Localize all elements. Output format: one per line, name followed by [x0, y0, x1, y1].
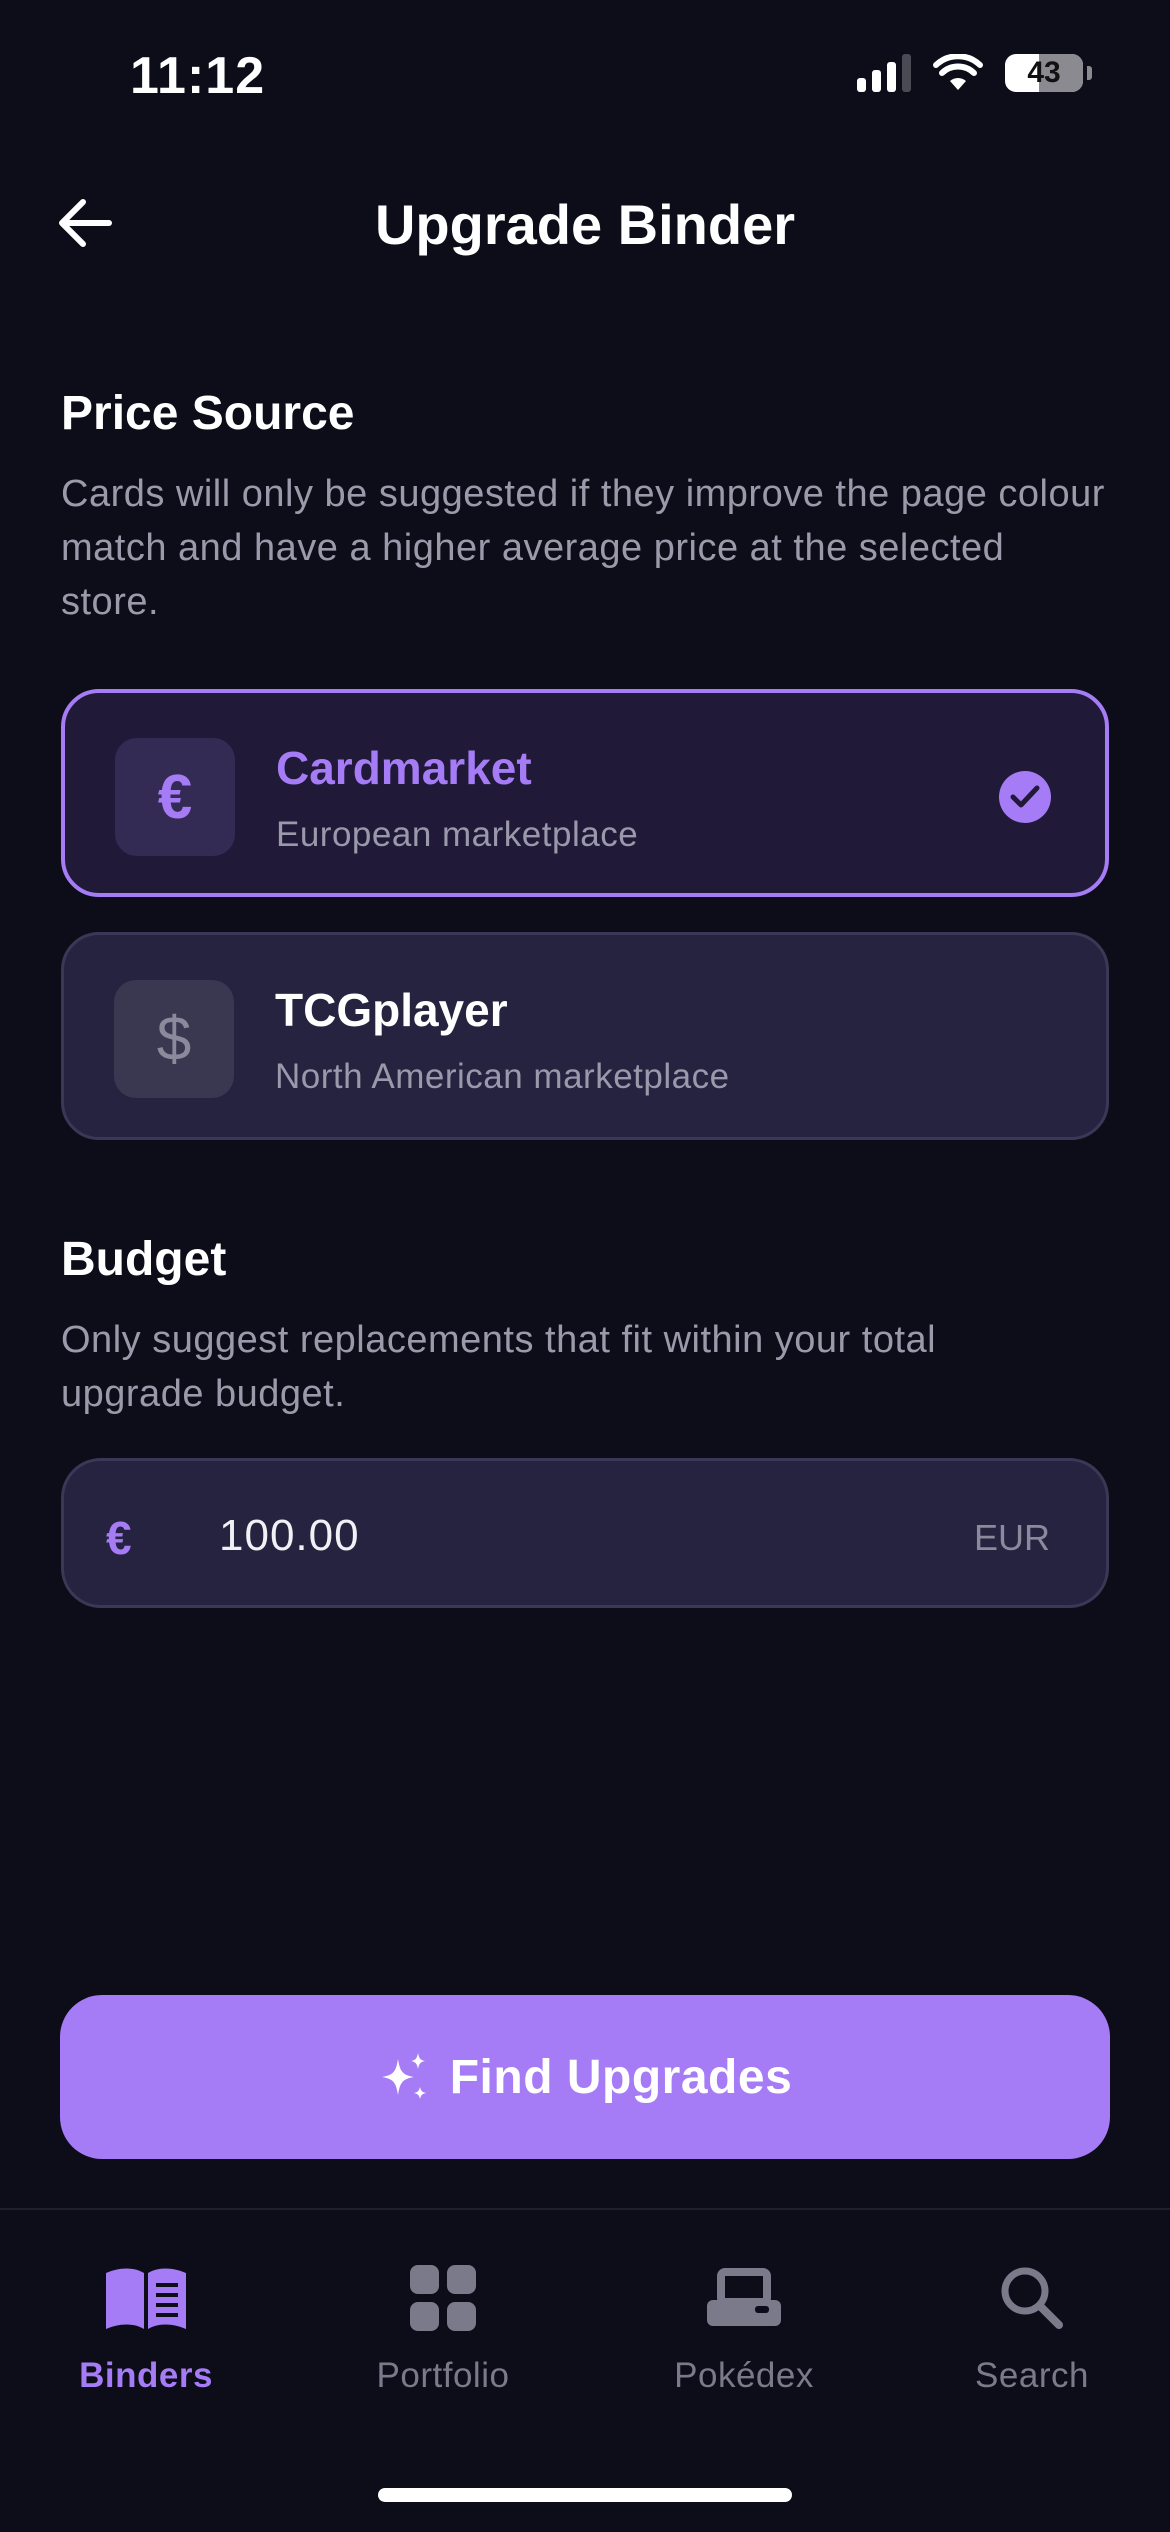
dollar-icon: $ — [114, 980, 234, 1098]
tab-portfolio[interactable]: Portfolio — [313, 2258, 573, 2396]
budget-field[interactable]: € 100.00 EUR — [61, 1458, 1109, 1608]
price-source-description: Cards will only be suggested if they imp… — [61, 473, 1105, 623]
tab-label: Binders — [79, 2356, 213, 2395]
wifi-icon — [933, 54, 983, 90]
tab-pokedex[interactable]: Pokédex — [614, 2258, 874, 2396]
option-name: Cardmarket — [276, 742, 532, 794]
battery-icon: 43 — [1005, 54, 1083, 92]
status-time: 11:12 — [130, 47, 266, 105]
euro-symbol: € — [106, 1512, 132, 1564]
grid-icon — [398, 2258, 488, 2338]
currency-code: EUR — [973, 1517, 1050, 1558]
home-indicator — [378, 2488, 792, 2502]
find-upgrades-button[interactable]: Find Upgrades — [60, 1995, 1110, 2159]
book-icon — [101, 2258, 191, 2338]
battery-level: 43 — [1027, 56, 1061, 89]
tab-binders[interactable]: Binders — [16, 2258, 276, 2396]
search-icon — [987, 2258, 1077, 2338]
option-subtitle: North American marketplace — [275, 1057, 730, 1096]
option-subtitle: European marketplace — [276, 815, 639, 854]
upgrade-binder-screen: 11:12 43 Upgrade Binder Price Source Car… — [0, 0, 1170, 2532]
sparkles-icon — [381, 2053, 426, 2099]
tab-label: Pokédex — [674, 2356, 814, 2395]
find-upgrades-label: Find Upgrades — [449, 2050, 793, 2104]
tab-label: Portfolio — [376, 2356, 510, 2395]
battery-nub — [1087, 66, 1092, 80]
option-name: TCGplayer — [275, 984, 508, 1036]
page-title: Upgrade Binder — [374, 193, 796, 256]
status-icons: 43 — [857, 54, 1092, 92]
option-tcgplayer[interactable]: $ TCGplayer North American marketplace — [61, 932, 1109, 1140]
pokedex-icon — [699, 2258, 789, 2338]
tab-label: Search — [975, 2356, 1089, 2395]
budget-description: Only suggest replacements that fit withi… — [61, 1319, 937, 1415]
budget-title: Budget — [61, 1233, 227, 1286]
tab-bar: Binders Portfolio Pokédex Search — [0, 2208, 1170, 2532]
option-cardmarket[interactable]: € Cardmarket European marketplace — [61, 689, 1109, 897]
checkmark-icon — [999, 771, 1051, 823]
euro-icon: € — [115, 738, 235, 856]
budget-input[interactable]: 100.00 — [219, 1511, 819, 1561]
cellular-signal-icon — [857, 54, 911, 92]
tab-search[interactable]: Search — [902, 2258, 1162, 2396]
price-source-title: Price Source — [61, 387, 355, 440]
